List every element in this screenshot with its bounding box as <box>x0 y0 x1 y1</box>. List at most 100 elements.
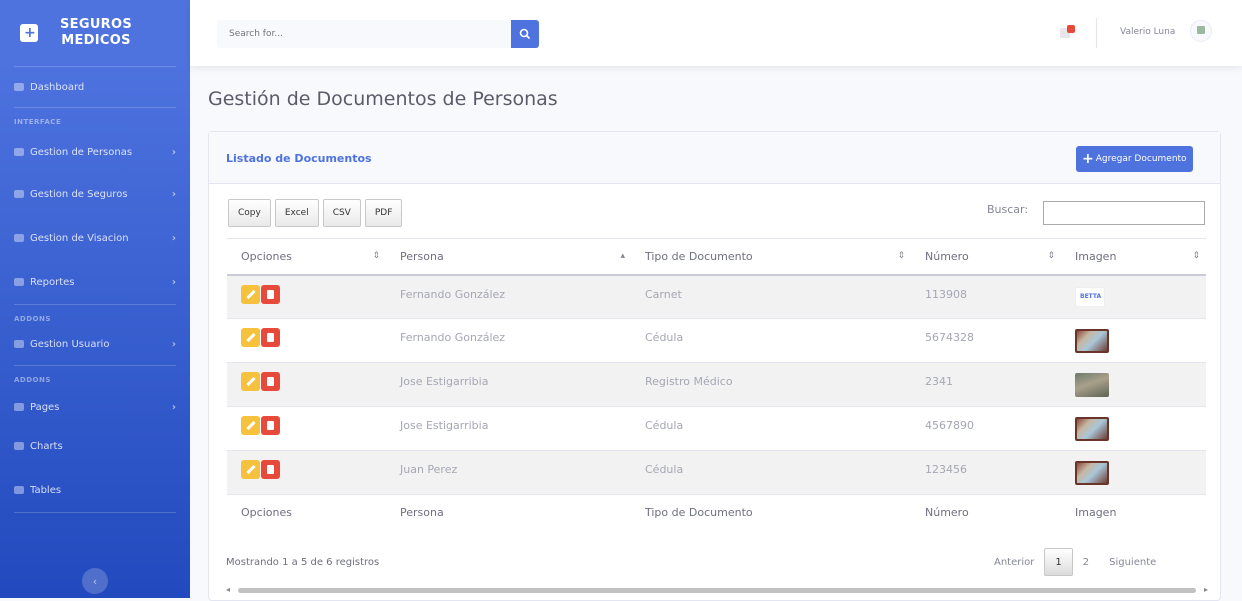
sidebar-item-pages[interactable]: Pages › <box>0 390 190 424</box>
header-label: Opciones <box>241 249 292 263</box>
search-button[interactable] <box>511 20 539 48</box>
persona-cell: Jose Estigarribia <box>386 362 631 407</box>
table-icon <box>14 486 24 494</box>
add-document-button[interactable]: + Agregar Documento <box>1076 146 1193 172</box>
sidebar: SEGUROS MEDICOS Dashboard INTERFACE Gest… <box>0 0 190 598</box>
footer-opciones: Opciones <box>227 494 386 531</box>
report-icon <box>14 278 24 286</box>
sidebar-item-label: Reportes <box>30 276 75 288</box>
imagen-cell <box>1061 406 1206 451</box>
imagen-cell <box>1061 318 1206 363</box>
sidebar-item-label: Pages <box>30 401 60 413</box>
footer-tipo: Tipo de Documento <box>631 494 911 531</box>
scrollbar-thumb[interactable] <box>238 588 1196 593</box>
sort-icon: ⇕ <box>372 251 380 261</box>
options-cell <box>227 450 386 495</box>
sidebar-item-usuario[interactable]: Gestion Usuario › <box>0 329 190 359</box>
users-icon <box>14 148 24 156</box>
pagination: Anterior 1 2 Siguiente <box>984 548 1166 576</box>
sidebar-item-charts[interactable]: Charts <box>0 424 190 468</box>
delete-icon[interactable] <box>261 284 280 304</box>
footer-persona: Persona <box>386 494 631 531</box>
document-thumbnail[interactable] <box>1075 417 1109 441</box>
edit-icon[interactable] <box>241 284 260 304</box>
document-thumbnail[interactable] <box>1075 373 1109 397</box>
delete-icon[interactable] <box>261 372 280 391</box>
search-input[interactable] <box>217 20 511 48</box>
document-thumbnail[interactable] <box>1075 329 1109 353</box>
header-label: Persona <box>400 249 444 263</box>
delete-icon[interactable] <box>261 460 280 479</box>
user-name[interactable]: Valerio Luna <box>1120 27 1175 37</box>
persona-cell: Jose Estigarribia <box>386 406 631 451</box>
header-opciones[interactable]: Opciones ⇕ <box>227 238 386 276</box>
brand-line2: MEDICOS <box>61 33 131 48</box>
excel-button[interactable]: Excel <box>274 199 319 227</box>
table-footer-row: Opciones Persona Tipo de Documento Númer… <box>227 494 1206 531</box>
csv-button[interactable]: CSV <box>322 199 361 227</box>
edit-icon[interactable] <box>241 328 260 347</box>
table-search-input[interactable] <box>1043 201 1205 225</box>
header-tipo[interactable]: Tipo de Documento ⇕ <box>631 238 911 276</box>
sidebar-item-reportes[interactable]: Reportes › <box>0 260 190 304</box>
horizontal-scrollbar[interactable]: ◂ ▸ <box>226 585 1208 594</box>
header-persona[interactable]: Persona ▴ <box>386 238 631 276</box>
edit-icon[interactable] <box>241 372 260 391</box>
sort-icon: ⇕ <box>1192 251 1200 261</box>
sidebar-item-tables[interactable]: Tables <box>0 468 190 512</box>
numero-cell: 5674328 <box>911 318 1061 363</box>
options-cell <box>227 274 386 319</box>
tipo-cell: Cédula <box>631 406 911 451</box>
scroll-right-icon[interactable]: ▸ <box>1204 585 1208 594</box>
sidebar-toggle-button[interactable]: ‹ <box>82 568 108 594</box>
document-thumbnail[interactable] <box>1075 461 1109 485</box>
car-icon <box>14 234 24 242</box>
brand-title: SEGUROS MEDICOS <box>60 17 132 49</box>
avatar[interactable] <box>1190 20 1212 42</box>
plus-icon: + <box>1082 151 1094 167</box>
persona-cell: Fernando González <box>386 318 631 363</box>
sidebar-item-dashboard[interactable]: Dashboard <box>0 67 190 107</box>
table-row: Fernando González Carnet 113908 BETTA <box>227 274 1206 319</box>
numero-cell: 2341 <box>911 362 1061 407</box>
copy-button[interactable]: Copy <box>228 199 271 227</box>
pagination-page-1[interactable]: 1 <box>1044 548 1073 576</box>
table-row: Fernando González Cédula 5674328 <box>227 318 1206 363</box>
pagination-prev[interactable]: Anterior <box>984 548 1044 576</box>
footer-imagen: Imagen <box>1061 494 1206 531</box>
sidebar-item-label: Gestion de Personas <box>30 146 133 158</box>
chevron-right-icon: › <box>171 401 176 413</box>
scroll-left-icon[interactable]: ◂ <box>226 585 230 594</box>
edit-icon[interactable] <box>241 416 260 435</box>
options-cell <box>227 362 386 407</box>
brand[interactable]: SEGUROS MEDICOS <box>0 0 190 66</box>
chevron-right-icon: › <box>171 338 176 350</box>
sidebar-item-personas[interactable]: Gestion de Personas › <box>0 132 190 172</box>
edit-icon[interactable] <box>241 460 260 479</box>
delete-icon[interactable] <box>261 328 280 347</box>
footer-numero: Número <box>911 494 1061 531</box>
imagen-cell <box>1061 362 1206 407</box>
user-cog-icon <box>14 340 24 348</box>
sidebar-item-visacion[interactable]: Gestion de Visacion › <box>0 216 190 260</box>
pagination-page-2[interactable]: 2 <box>1073 548 1099 576</box>
sidebar-heading-interface: INTERFACE <box>14 118 62 126</box>
header-numero[interactable]: Número ⇕ <box>911 238 1061 276</box>
table-row: Jose Estigarribia Cédula 4567890 <box>227 406 1206 451</box>
delete-icon[interactable] <box>261 416 280 435</box>
numero-cell: 113908 <box>911 274 1061 319</box>
card-title: Listado de Documentos <box>226 152 372 165</box>
sidebar-heading-addons: ADDONS <box>14 376 51 384</box>
document-thumbnail[interactable]: BETTA <box>1075 286 1105 307</box>
sidebar-item-label: Gestion de Seguros <box>30 188 128 200</box>
sidebar-item-label: Gestion Usuario <box>30 338 110 350</box>
header-label: Tipo de Documento <box>645 249 753 263</box>
sidebar-item-seguros[interactable]: Gestion de Seguros › <box>0 172 190 216</box>
search-group <box>217 20 539 48</box>
header-imagen[interactable]: Imagen ⇕ <box>1061 238 1206 276</box>
chevron-right-icon: › <box>171 232 176 244</box>
pagination-next[interactable]: Siguiente <box>1099 548 1166 576</box>
sort-icon: ⇕ <box>1047 251 1055 261</box>
options-cell <box>227 318 386 363</box>
pdf-button[interactable]: PDF <box>364 199 403 227</box>
